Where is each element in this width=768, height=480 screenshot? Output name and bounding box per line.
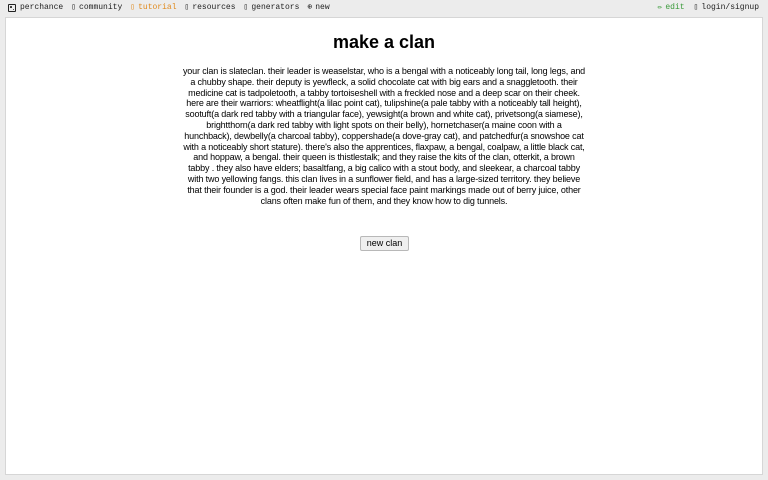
plus-circle-icon: ⊕ [307, 3, 313, 12]
nav-edit-label: edit [665, 3, 685, 12]
pencil-icon: ✏ [657, 3, 663, 12]
nav-new-link[interactable]: ⊕ new [307, 0, 329, 16]
page-title: make a clan [332, 32, 436, 52]
nav-generators-label: generators [251, 3, 300, 12]
nav-community-label: community [79, 3, 123, 12]
nav-tutorial-label: tutorial [138, 3, 177, 12]
nav-edit-link[interactable]: ✏ edit [658, 0, 685, 16]
nav-tutorial-link[interactable]: ▯ tutorial [130, 0, 176, 16]
community-icon: ▯ [71, 3, 77, 12]
resources-icon: ▯ [184, 3, 190, 12]
nav-resources-label: resources [192, 3, 236, 12]
nav-perchance-link[interactable]: perchance [8, 0, 63, 16]
nav-login-label: login/signup [701, 3, 759, 12]
nav-perchance-label: perchance [20, 3, 64, 12]
nav-right-group: ✏ edit ▯ login/signup [649, 0, 759, 16]
nav-left-group: perchance ▯ community ▯ tutorial ▯ resou… [8, 0, 338, 16]
user-icon: ▯ [693, 3, 699, 12]
new-clan-button[interactable]: new clan [360, 236, 409, 251]
nav-new-label: new [315, 3, 330, 12]
generators-icon: ▯ [243, 3, 249, 12]
main-panel: make a clan your clan is slateclan. thei… [5, 17, 763, 475]
top-navigation-bar: perchance ▯ community ▯ tutorial ▯ resou… [0, 0, 768, 16]
dice-icon [8, 4, 16, 12]
clan-description: your clan is slateclan. their leader is … [182, 66, 586, 206]
tutorial-icon: ▯ [130, 3, 136, 12]
nav-community-link[interactable]: ▯ community [71, 0, 122, 16]
nav-login-link[interactable]: ▯ login/signup [694, 0, 759, 16]
nav-generators-link[interactable]: ▯ generators [244, 0, 300, 16]
nav-resources-link[interactable]: ▯ resources [185, 0, 236, 16]
